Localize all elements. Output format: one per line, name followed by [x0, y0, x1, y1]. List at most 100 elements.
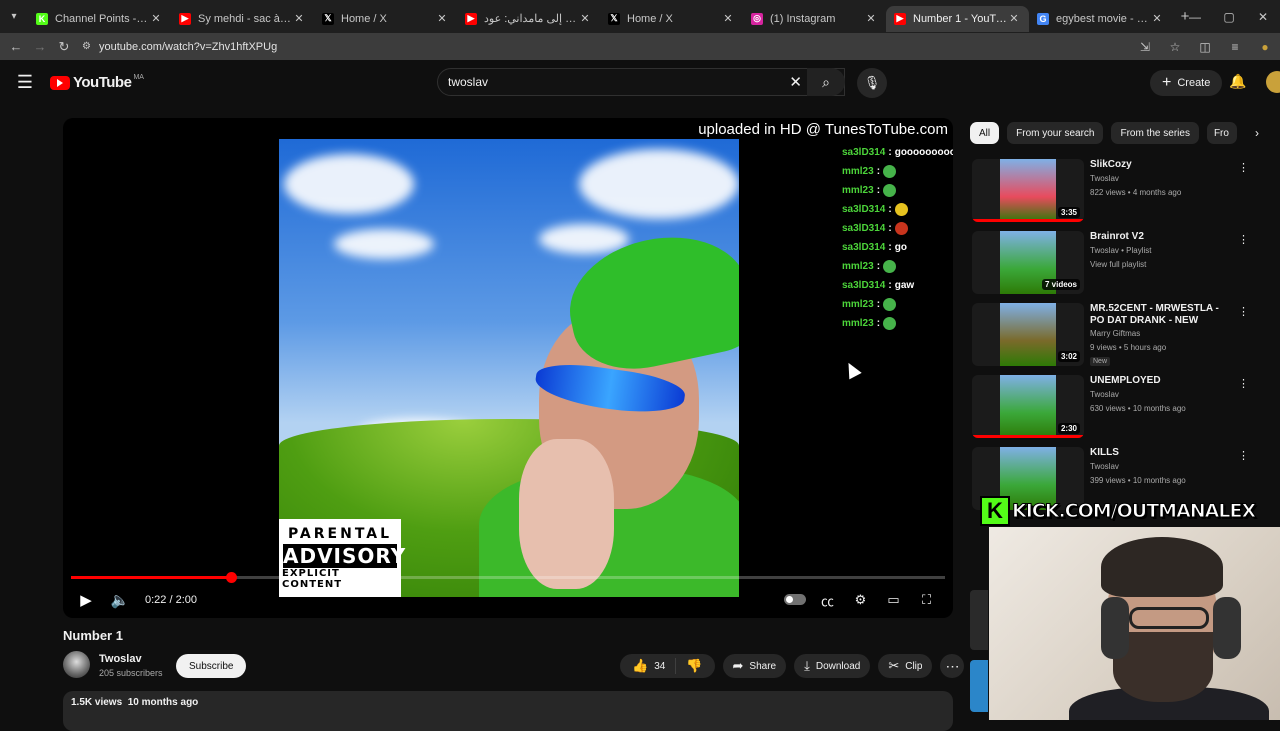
- tab-search-icon[interactable]: ▾: [0, 0, 28, 33]
- dislike-button[interactable]: 👎: [676, 658, 714, 674]
- thumbnail-art: [1000, 159, 1056, 222]
- minimize-icon[interactable]: —: [1178, 10, 1212, 24]
- autoplay-toggle[interactable]: [778, 593, 811, 608]
- rec-title[interactable]: SlikCozy: [1090, 159, 1220, 171]
- chips-next-icon[interactable]: ›: [1245, 122, 1269, 144]
- tab-close-icon[interactable]: ✕: [578, 12, 592, 25]
- captions-icon[interactable]: ㏄: [811, 591, 844, 610]
- rec-title[interactable]: UNEMPLOYED: [1090, 375, 1220, 387]
- site-info-icon[interactable]: ⚙: [82, 41, 91, 52]
- youtube-logo[interactable]: YouTube MA: [50, 74, 144, 91]
- chat-separator: :: [876, 185, 881, 196]
- browser-tab[interactable]: K Channel Points - Kick Das✕: [28, 6, 171, 32]
- time-display: 0:22 / 2:00: [145, 594, 197, 606]
- filter-chip[interactable]: All: [970, 122, 1000, 144]
- recommended-video[interactable]: 3:02 MR.52CENT - MRWESTLA - PO DAT DRANK …: [970, 301, 1250, 373]
- tab-close-icon[interactable]: ✕: [864, 12, 878, 25]
- create-button[interactable]: + Create: [1150, 70, 1223, 96]
- filter-chip[interactable]: From the series: [1111, 122, 1199, 144]
- rec-more-icon[interactable]: ⋮: [1238, 305, 1249, 318]
- maximize-icon[interactable]: ▢: [1212, 10, 1246, 24]
- browser-tab[interactable]: Gegybest movie - Google S✕: [1029, 6, 1172, 32]
- tab-close-icon[interactable]: ✕: [721, 12, 735, 25]
- rec-more-icon[interactable]: ⋮: [1238, 233, 1249, 246]
- tab-close-icon[interactable]: ✕: [435, 12, 449, 25]
- browser-tab[interactable]: ◎ (1) Instagram ✕: [743, 6, 886, 32]
- rec-title[interactable]: Brainrot V2: [1090, 231, 1220, 243]
- theater-mode-icon[interactable]: ▭: [877, 592, 910, 608]
- clear-search-icon[interactable]: ✕: [789, 73, 802, 91]
- chat-message: sa3lD314: go: [842, 238, 953, 257]
- clip-button[interactable]: ✂ Clip: [878, 654, 933, 678]
- reload-icon[interactable]: ↻: [52, 39, 76, 55]
- reading-list-icon[interactable]: ≡: [1220, 40, 1250, 54]
- tab-close-icon[interactable]: ✕: [1007, 12, 1021, 25]
- rec-title[interactable]: KILLS: [1090, 447, 1220, 459]
- more-actions-icon[interactable]: ⋯: [940, 654, 965, 678]
- download-button[interactable]: ⤓ Download: [794, 654, 871, 678]
- youtube-play-icon: [50, 75, 70, 90]
- volume-icon[interactable]: 🔈: [103, 591, 137, 609]
- browser-tab[interactable]: ▶ Sy mehdi - sac à dos - Yo✕: [171, 6, 314, 32]
- kick-logo-icon: K: [980, 496, 1010, 526]
- search-input[interactable]: twoslav ✕: [437, 68, 845, 96]
- browser-tab[interactable]: 𝕏 Home / X ✕: [314, 6, 457, 32]
- url-field[interactable]: ⚙ youtube.com/watch?v=Zhv1hftXPUg: [82, 36, 1130, 57]
- notifications-bell-icon[interactable]: 🔔: [1229, 73, 1246, 90]
- rec-title[interactable]: MR.52CENT - MRWESTLA - PO DAT DRANK - NE…: [1090, 303, 1220, 327]
- chat-emote-icon: [883, 317, 897, 330]
- video-thumbnail[interactable]: 7 videos: [972, 231, 1084, 294]
- settings-gear-icon[interactable]: ⚙: [844, 592, 877, 608]
- filter-chip[interactable]: From your search: [1007, 122, 1104, 144]
- video-thumbnail[interactable]: 2:30: [972, 375, 1084, 438]
- video-player[interactable]: uploaded in HD @ TunesToTube.com PARENTA…: [63, 118, 953, 618]
- webcam-hair: [1101, 537, 1223, 597]
- rec-more-icon[interactable]: ⋮: [1238, 377, 1249, 390]
- extensions-icon[interactable]: ◫: [1190, 40, 1220, 54]
- channel-avatar[interactable]: [63, 651, 90, 678]
- thumbs-up-icon: 👍: [632, 658, 649, 673]
- view-count: 1.5K views: [71, 697, 123, 708]
- fullscreen-icon[interactable]: ⛶: [910, 592, 943, 608]
- browser-tab[interactable]: ▶ Number 1 - YouTube ✕: [886, 5, 1029, 32]
- bookmark-star-icon[interactable]: ☆: [1160, 40, 1190, 54]
- tab-close-icon[interactable]: ✕: [149, 12, 163, 25]
- video-thumbnail[interactable]: 3:02: [972, 303, 1084, 366]
- scrubber-handle[interactable]: [226, 572, 237, 583]
- like-button[interactable]: 👍 34: [620, 658, 677, 674]
- back-icon[interactable]: ←: [4, 39, 28, 54]
- account-avatar[interactable]: [1266, 71, 1280, 93]
- recommended-video[interactable]: 7 videos Brainrot V2 Twoslav • Playlist Vie…: [970, 229, 1250, 301]
- recommended-video[interactable]: 2:30 UNEMPLOYED Twoslav 630 views • 10 mont…: [970, 373, 1250, 445]
- progress-bar[interactable]: [71, 572, 945, 583]
- filter-chip[interactable]: Fro: [1206, 122, 1237, 144]
- tab-close-icon[interactable]: ✕: [292, 12, 306, 25]
- profile-icon[interactable]: ●: [1250, 40, 1280, 54]
- menu-icon[interactable]: ☰: [0, 72, 50, 93]
- cloud: [579, 149, 739, 219]
- search-button[interactable]: ⌕: [807, 68, 845, 96]
- cloud: [284, 154, 414, 214]
- channel-row: Twoslav 205 subscribers Subscribe 👍 34 👎 …: [63, 651, 965, 681]
- video-thumbnail[interactable]: 3:35: [972, 159, 1084, 222]
- chat-separator: :: [888, 147, 892, 158]
- browser-tab[interactable]: 𝕏 Home / X ✕: [600, 6, 743, 32]
- rec-more-icon[interactable]: ⋮: [1238, 161, 1249, 174]
- rec-more-icon[interactable]: ⋮: [1238, 449, 1249, 462]
- recommended-video[interactable]: 3:35 SlikCozy Twoslav 822 views • 4 months …: [970, 157, 1250, 229]
- channel-name[interactable]: Twoslav: [99, 653, 142, 665]
- voice-search-icon[interactable]: 🎙: [857, 68, 887, 98]
- install-app-icon[interactable]: ⇲: [1130, 40, 1160, 54]
- tab-title: Home / X: [341, 12, 387, 25]
- chat-emote-icon: [883, 260, 897, 273]
- browser-tab[interactable]: ▶ من ترامب إلى مامداني: عود✕: [457, 6, 600, 32]
- scissors-icon: ✂: [888, 658, 900, 673]
- tab-close-icon[interactable]: ✕: [1150, 12, 1164, 25]
- close-window-icon[interactable]: ✕: [1246, 10, 1280, 24]
- play-icon[interactable]: ▶: [69, 591, 103, 609]
- forward-icon[interactable]: →: [28, 39, 52, 54]
- share-button[interactable]: ➦ Share: [722, 654, 787, 678]
- subscribe-button[interactable]: Subscribe: [176, 654, 247, 678]
- description-box[interactable]: 1.5K views 10 months ago: [63, 691, 953, 731]
- browser-tab-strip: ▾ KChannel Points - Kick Das✕▶Sy mehdi -…: [0, 0, 1280, 33]
